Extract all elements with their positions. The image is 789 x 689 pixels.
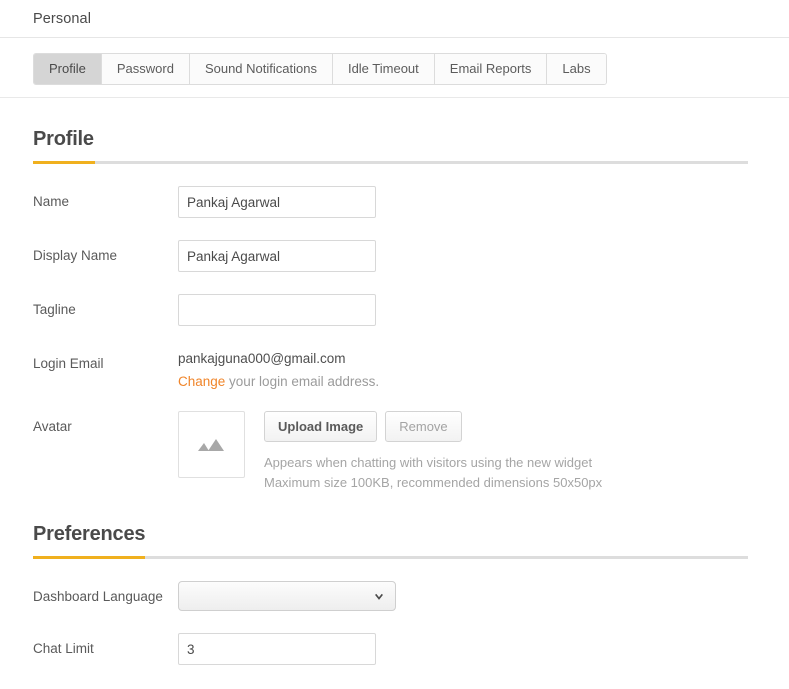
avatar-preview[interactable]: [178, 411, 245, 478]
field-row-avatar: Avatar Upload Image Remove Appears when …: [33, 411, 789, 493]
avatar-note-line-2: Maximum size 100KB, recommended dimensio…: [264, 475, 603, 491]
name-label: Name: [33, 194, 70, 209]
preferences-section-header: Preferences: [33, 523, 748, 560]
tab-idle-timeout[interactable]: Idle Timeout: [332, 54, 435, 84]
login-email-label: Login Email: [33, 356, 104, 371]
change-email-help-text: your login email address.: [225, 374, 380, 389]
avatar-note: Appears when chatting with visitors usin…: [264, 453, 602, 493]
tab-group: Profile Password Sound Notifications Idl…: [33, 53, 607, 85]
field-row-dashboard-language: Dashboard Language: [33, 581, 789, 612]
name-field-wrap: [178, 186, 789, 218]
login-email-field-wrap: pankajguna000@gmail.com Change your logi…: [178, 348, 789, 389]
dashboard-language-field-wrap: [178, 581, 789, 612]
tab-profile[interactable]: Profile: [34, 54, 102, 84]
login-email-value: pankajguna000@gmail.com: [178, 351, 346, 366]
tab-sound-notifications[interactable]: Sound Notifications: [189, 54, 333, 84]
preferences-section-title: Preferences: [33, 523, 146, 546]
display-name-input[interactable]: [178, 240, 376, 272]
remove-avatar-button[interactable]: Remove: [385, 411, 462, 442]
chat-limit-input[interactable]: [178, 633, 376, 666]
profile-section-rule: [33, 161, 748, 164]
upload-image-button[interactable]: Upload Image: [264, 411, 378, 442]
field-row-chat-limit: Chat Limit: [33, 633, 789, 666]
avatar-area: Upload Image Remove Appears when chattin…: [178, 411, 789, 493]
avatar-field-wrap: Upload Image Remove Appears when chattin…: [178, 411, 789, 493]
name-input[interactable]: [178, 186, 376, 218]
page-title: Personal: [33, 10, 92, 27]
page-header: Personal: [0, 0, 789, 38]
field-row-login-email: Login Email pankajguna000@gmail.com Chan…: [33, 348, 789, 389]
settings-page: Personal Profile Password Sound Notifica…: [0, 0, 789, 689]
dashboard-language-select[interactable]: [178, 581, 396, 612]
tab-password[interactable]: Password: [101, 54, 190, 84]
profile-section-header: Profile: [33, 128, 748, 164]
avatar-note-line-1: Appears when chatting with visitors usin…: [264, 455, 593, 470]
tab-email-reports[interactable]: Email Reports: [434, 54, 548, 84]
field-row-tagline: Tagline: [33, 294, 789, 326]
dashboard-language-label: Dashboard Language: [33, 589, 163, 605]
profile-section-title: Profile: [33, 128, 94, 150]
settings-content: Profile Name Display Name Tagline Login …: [0, 128, 789, 666]
chevron-down-icon: [375, 594, 383, 601]
tab-labs[interactable]: Labs: [547, 54, 606, 84]
chat-limit-label: Chat Limit: [33, 641, 94, 657]
change-email-link[interactable]: Change: [178, 374, 225, 389]
tab-bar: Profile Password Sound Notifications Idl…: [0, 38, 789, 98]
tagline-input[interactable]: [178, 294, 376, 326]
login-email-help: Change your login email address.: [178, 374, 789, 389]
image-placeholder-icon: [197, 438, 224, 451]
display-name-label: Display Name: [33, 248, 118, 263]
field-row-display-name: Display Name: [33, 240, 789, 272]
preferences-section-rule: [33, 556, 748, 560]
chat-limit-field-wrap: [178, 633, 789, 666]
display-name-field-wrap: [178, 240, 789, 272]
avatar-controls: Upload Image Remove Appears when chattin…: [264, 411, 602, 493]
tagline-field-wrap: [178, 294, 789, 326]
field-row-name: Name: [33, 186, 789, 218]
tagline-label: Tagline: [33, 302, 76, 317]
avatar-button-row: Upload Image Remove: [264, 411, 602, 442]
avatar-label: Avatar: [33, 419, 72, 434]
